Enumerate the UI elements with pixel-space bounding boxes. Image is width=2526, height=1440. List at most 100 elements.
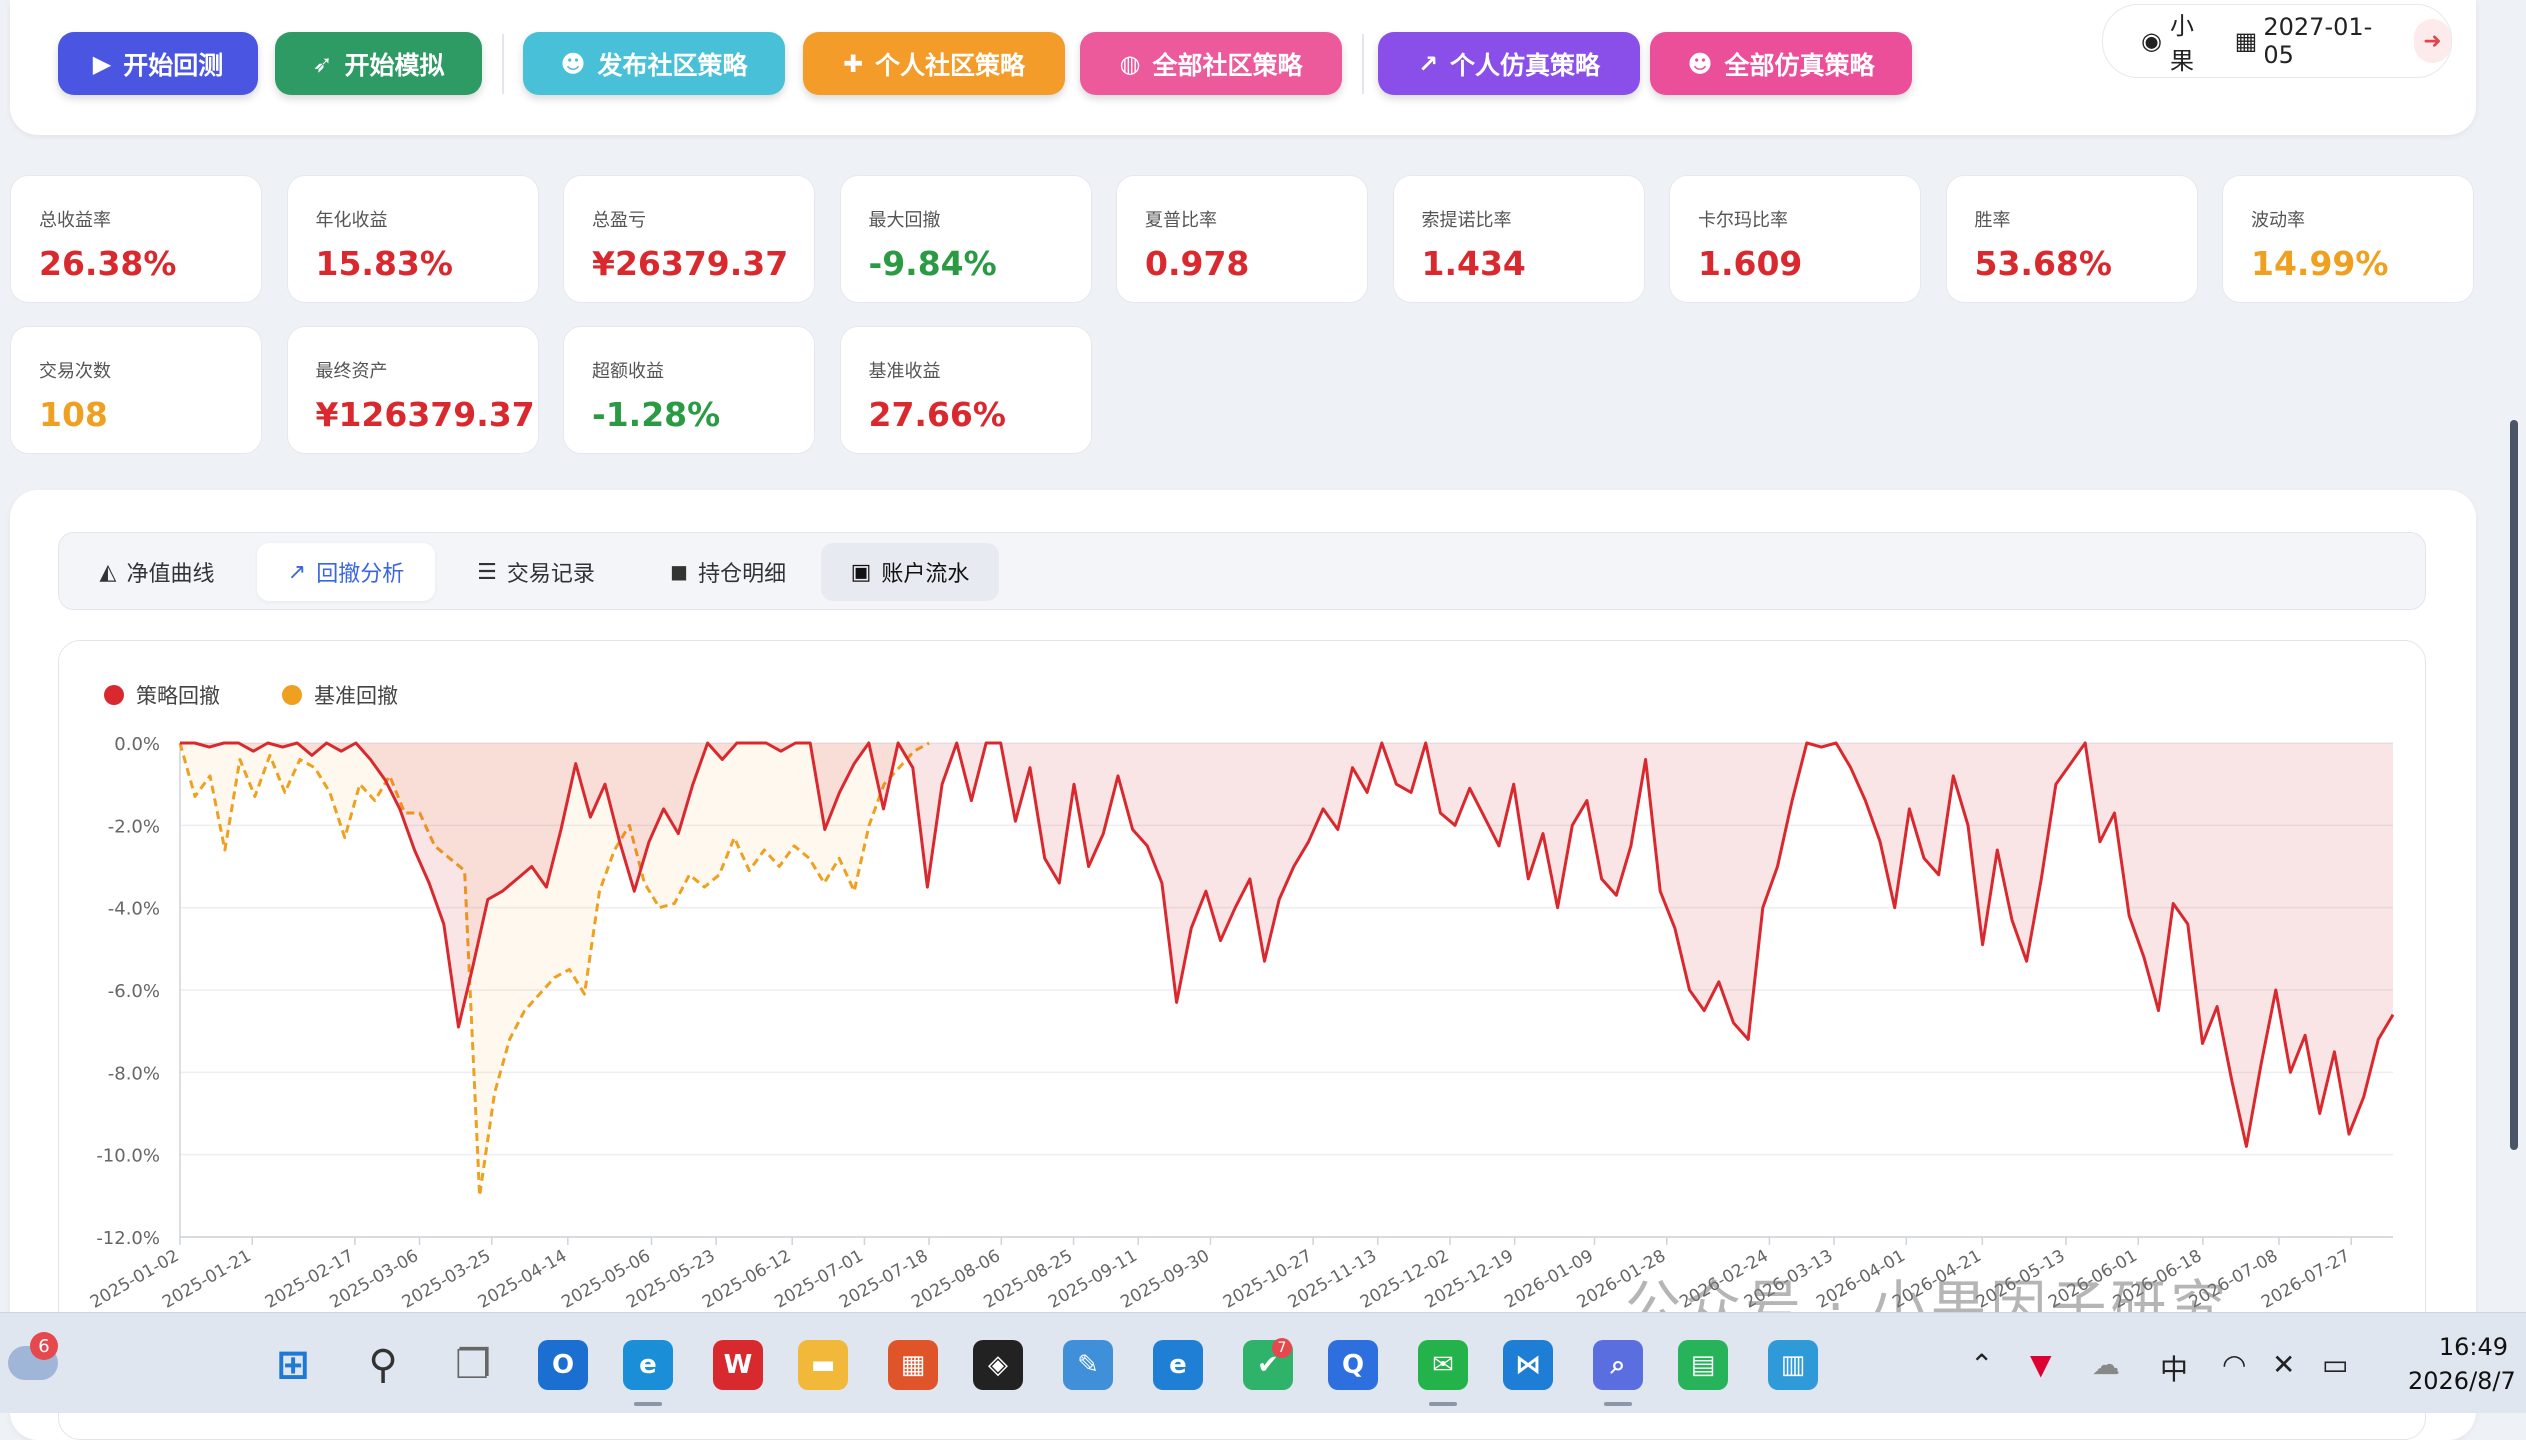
metric-card: 卡尔玛比率 1.609 — [1669, 175, 1921, 303]
wifi-icon[interactable]: ◠ — [2222, 1348, 2246, 1381]
task-view-icon[interactable]: ❐ — [448, 1340, 498, 1390]
security-icon[interactable]: ▼ — [2030, 1348, 2052, 1381]
metric-value: 108 — [39, 395, 108, 434]
windows-start-icon[interactable]: ⊞ — [268, 1340, 318, 1390]
tab-label: 净值曲线 — [126, 562, 215, 587]
mute-icon[interactable]: ✕ — [2272, 1348, 2295, 1381]
chat-icon[interactable]: ▤ — [1678, 1340, 1728, 1390]
current-date: 2027-01-05 — [2263, 13, 2373, 69]
legend-dot — [282, 685, 302, 705]
paint-icon[interactable]: ✎ — [1063, 1340, 1113, 1390]
user-info: ◉ 小果 ▦ 2027-01-05 ➜ — [2102, 4, 2452, 78]
metric-label: 总收益率 — [39, 210, 111, 231]
metric-label: 基准收益 — [868, 361, 941, 382]
metric-label: 卡尔玛比率 — [1698, 210, 1788, 231]
metric-value: -1.28% — [592, 395, 721, 434]
calendar-icon: ▦ — [2234, 27, 2258, 55]
metric-card: 波动率 14.99% — [2222, 175, 2474, 303]
metric-value: 1.434 — [1421, 244, 1526, 283]
metric-card: 超额收益 -1.28% — [563, 326, 815, 454]
legend-label: 策略回撤 — [136, 684, 220, 708]
tab-nav-curve[interactable]: ◭ 净值曲线 — [77, 543, 237, 601]
metric-label: 最大回撤 — [868, 210, 941, 231]
users-icon: ☻ — [1687, 49, 1713, 78]
metric-card: 交易次数 108 — [10, 326, 262, 454]
notepad-icon[interactable]: ▥ — [1768, 1340, 1818, 1390]
clock[interactable]: 16:49 2026/8/7 — [2408, 1330, 2516, 1398]
metric-label: 交易次数 — [39, 361, 111, 382]
edge-icon[interactable]: e — [623, 1340, 673, 1390]
search-icon[interactable]: ⚲ — [358, 1340, 408, 1390]
metric-label: 总盈亏 — [592, 210, 646, 231]
tab-drawdown-analysis[interactable]: ↗ 回撤分析 — [257, 543, 435, 601]
scrollbar[interactable] — [2510, 420, 2518, 1150]
metric-card: 夏普比率 0.978 — [1116, 175, 1368, 303]
chevron-up-icon[interactable]: ⌃ — [1970, 1348, 1993, 1381]
all-simulation-strategy-label: 全部仿真策略 — [1724, 50, 1875, 80]
legend-benchmark[interactable]: 基准回撤 — [282, 680, 398, 710]
metric-label: 超额收益 — [592, 361, 664, 382]
qmt-icon[interactable]: Q — [1328, 1340, 1378, 1390]
running-indicator — [634, 1402, 662, 1406]
store-icon[interactable]: ▦ — [888, 1340, 938, 1390]
area-chart-icon: ◭ — [99, 559, 117, 585]
metric-value: 27.66% — [868, 395, 1006, 434]
personal-simulation-strategy-button[interactable]: ↗ 个人仿真策略 — [1378, 32, 1640, 95]
metric-value: ¥126379.37 — [315, 395, 535, 434]
start-backtest-button[interactable]: ▶ 开始回测 — [58, 32, 258, 95]
ime-indicator[interactable]: 中 — [2160, 1348, 2188, 1388]
start-simulation-button[interactable]: ➶ 开始模拟 — [275, 32, 482, 95]
rocket-icon: ➶ — [312, 49, 333, 78]
legend-strategy[interactable]: 策略回撤 — [104, 680, 220, 710]
metric-card: 索提诺比率 1.434 — [1392, 175, 1645, 303]
all-community-strategy-button[interactable]: ◍ 全部社区策略 — [1080, 32, 1342, 95]
metric-card: 总收益率 26.38% — [10, 175, 262, 303]
edge-ai-icon[interactable]: e — [1153, 1340, 1203, 1390]
metric-label: 最终资产 — [315, 361, 388, 382]
user-circle-icon: ◉ — [2141, 27, 2162, 55]
play-icon: ▶ — [92, 49, 112, 78]
personal-community-strategy-button[interactable]: ✚ 个人社区策略 — [803, 32, 1065, 95]
logout-button[interactable]: ➜ — [2413, 19, 2451, 63]
top-toolbar: ▶ 开始回测 ➶ 开始模拟 ☻ 发布社区策略 ✚ 个人社区策略 ◍ 全部社区策略 ↗ 个人仿… — [10, 0, 2476, 135]
legend-label: 基准回撤 — [314, 684, 398, 708]
metric-value: 53.68% — [1974, 244, 2112, 283]
tab-label: 持仓明细 — [698, 562, 787, 587]
wps-icon[interactable]: W — [713, 1340, 763, 1390]
logout-icon: ➜ — [2423, 28, 2442, 54]
tab-holding-details[interactable]: ◼ 持仓明细 — [639, 543, 817, 601]
metric-label: 年化收益 — [315, 210, 388, 231]
search-app-icon[interactable]: ⌕ — [1593, 1340, 1643, 1390]
briefcase-icon: ◼ — [669, 559, 689, 585]
tab-trade-records[interactable]: ☰ 交易记录 — [451, 543, 621, 601]
metric-label: 胜率 — [1974, 210, 2011, 231]
wechat-icon[interactable]: ✉ — [1418, 1340, 1468, 1390]
metric-card: 年化收益 15.83% — [286, 175, 539, 303]
legend-dot — [104, 685, 124, 705]
notification-badge: 7 — [1272, 1338, 1292, 1358]
battery-icon[interactable]: ▭ — [2322, 1348, 2348, 1381]
tab-account-flow[interactable]: ▣ 账户流水 — [821, 543, 999, 601]
cloud-icon[interactable]: ☁ — [2092, 1348, 2120, 1381]
toolbar-divider — [502, 34, 504, 94]
running-indicator — [1604, 1402, 1632, 1406]
all-simulation-strategy-button[interactable]: ☻ 全部仿真策略 — [1650, 32, 1912, 95]
tab-label: 账户流水 — [881, 562, 970, 587]
tab-label: 交易记录 — [506, 562, 595, 587]
personal-simulation-strategy-label: 个人仿真策略 — [1450, 50, 1601, 80]
outlook-icon[interactable]: O — [538, 1340, 588, 1390]
toolbar-divider — [1362, 34, 1364, 94]
vscode-icon[interactable]: ⋈ — [1503, 1340, 1553, 1390]
file-explorer-icon[interactable]: ▬ — [798, 1340, 848, 1390]
users-icon: ☻ — [560, 49, 586, 78]
publish-community-strategy-button[interactable]: ☻ 发布社区策略 — [523, 32, 785, 95]
user-name: 小果 — [2169, 12, 2194, 75]
metric-value: -9.84% — [868, 244, 997, 283]
terminal-icon[interactable]: ◈ — [973, 1340, 1023, 1390]
personal-community-strategy-label: 个人社区策略 — [875, 50, 1026, 80]
tab-label: 回撤分析 — [316, 562, 405, 587]
metric-value: 15.83% — [315, 244, 453, 283]
metric-label: 索提诺比率 — [1421, 210, 1512, 231]
start-simulation-label: 开始模拟 — [344, 50, 445, 80]
metric-label: 夏普比率 — [1145, 210, 1217, 231]
